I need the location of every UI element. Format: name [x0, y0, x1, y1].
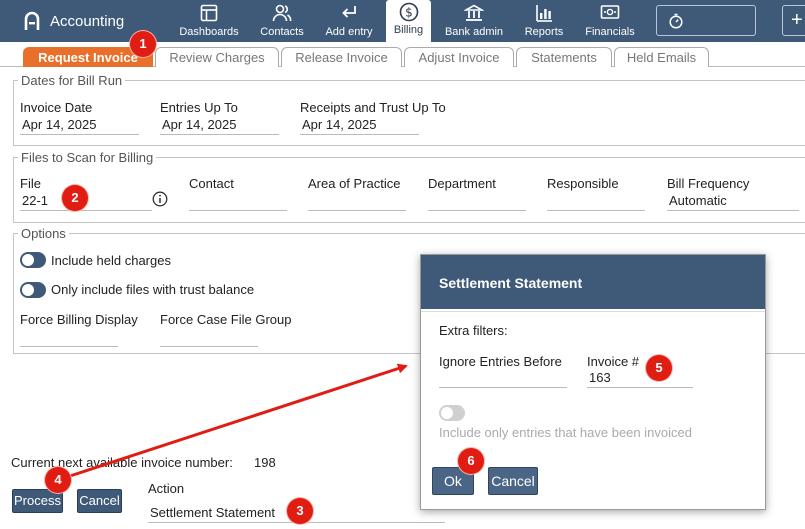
step-badge: 4: [45, 467, 71, 493]
step-badge: 2: [62, 185, 88, 211]
step-badge: 5: [646, 355, 672, 381]
step-badge: 3: [287, 498, 313, 524]
annotation-arrow: [69, 363, 408, 478]
step-badge: 1: [130, 31, 156, 57]
step-badge: 6: [458, 448, 484, 474]
